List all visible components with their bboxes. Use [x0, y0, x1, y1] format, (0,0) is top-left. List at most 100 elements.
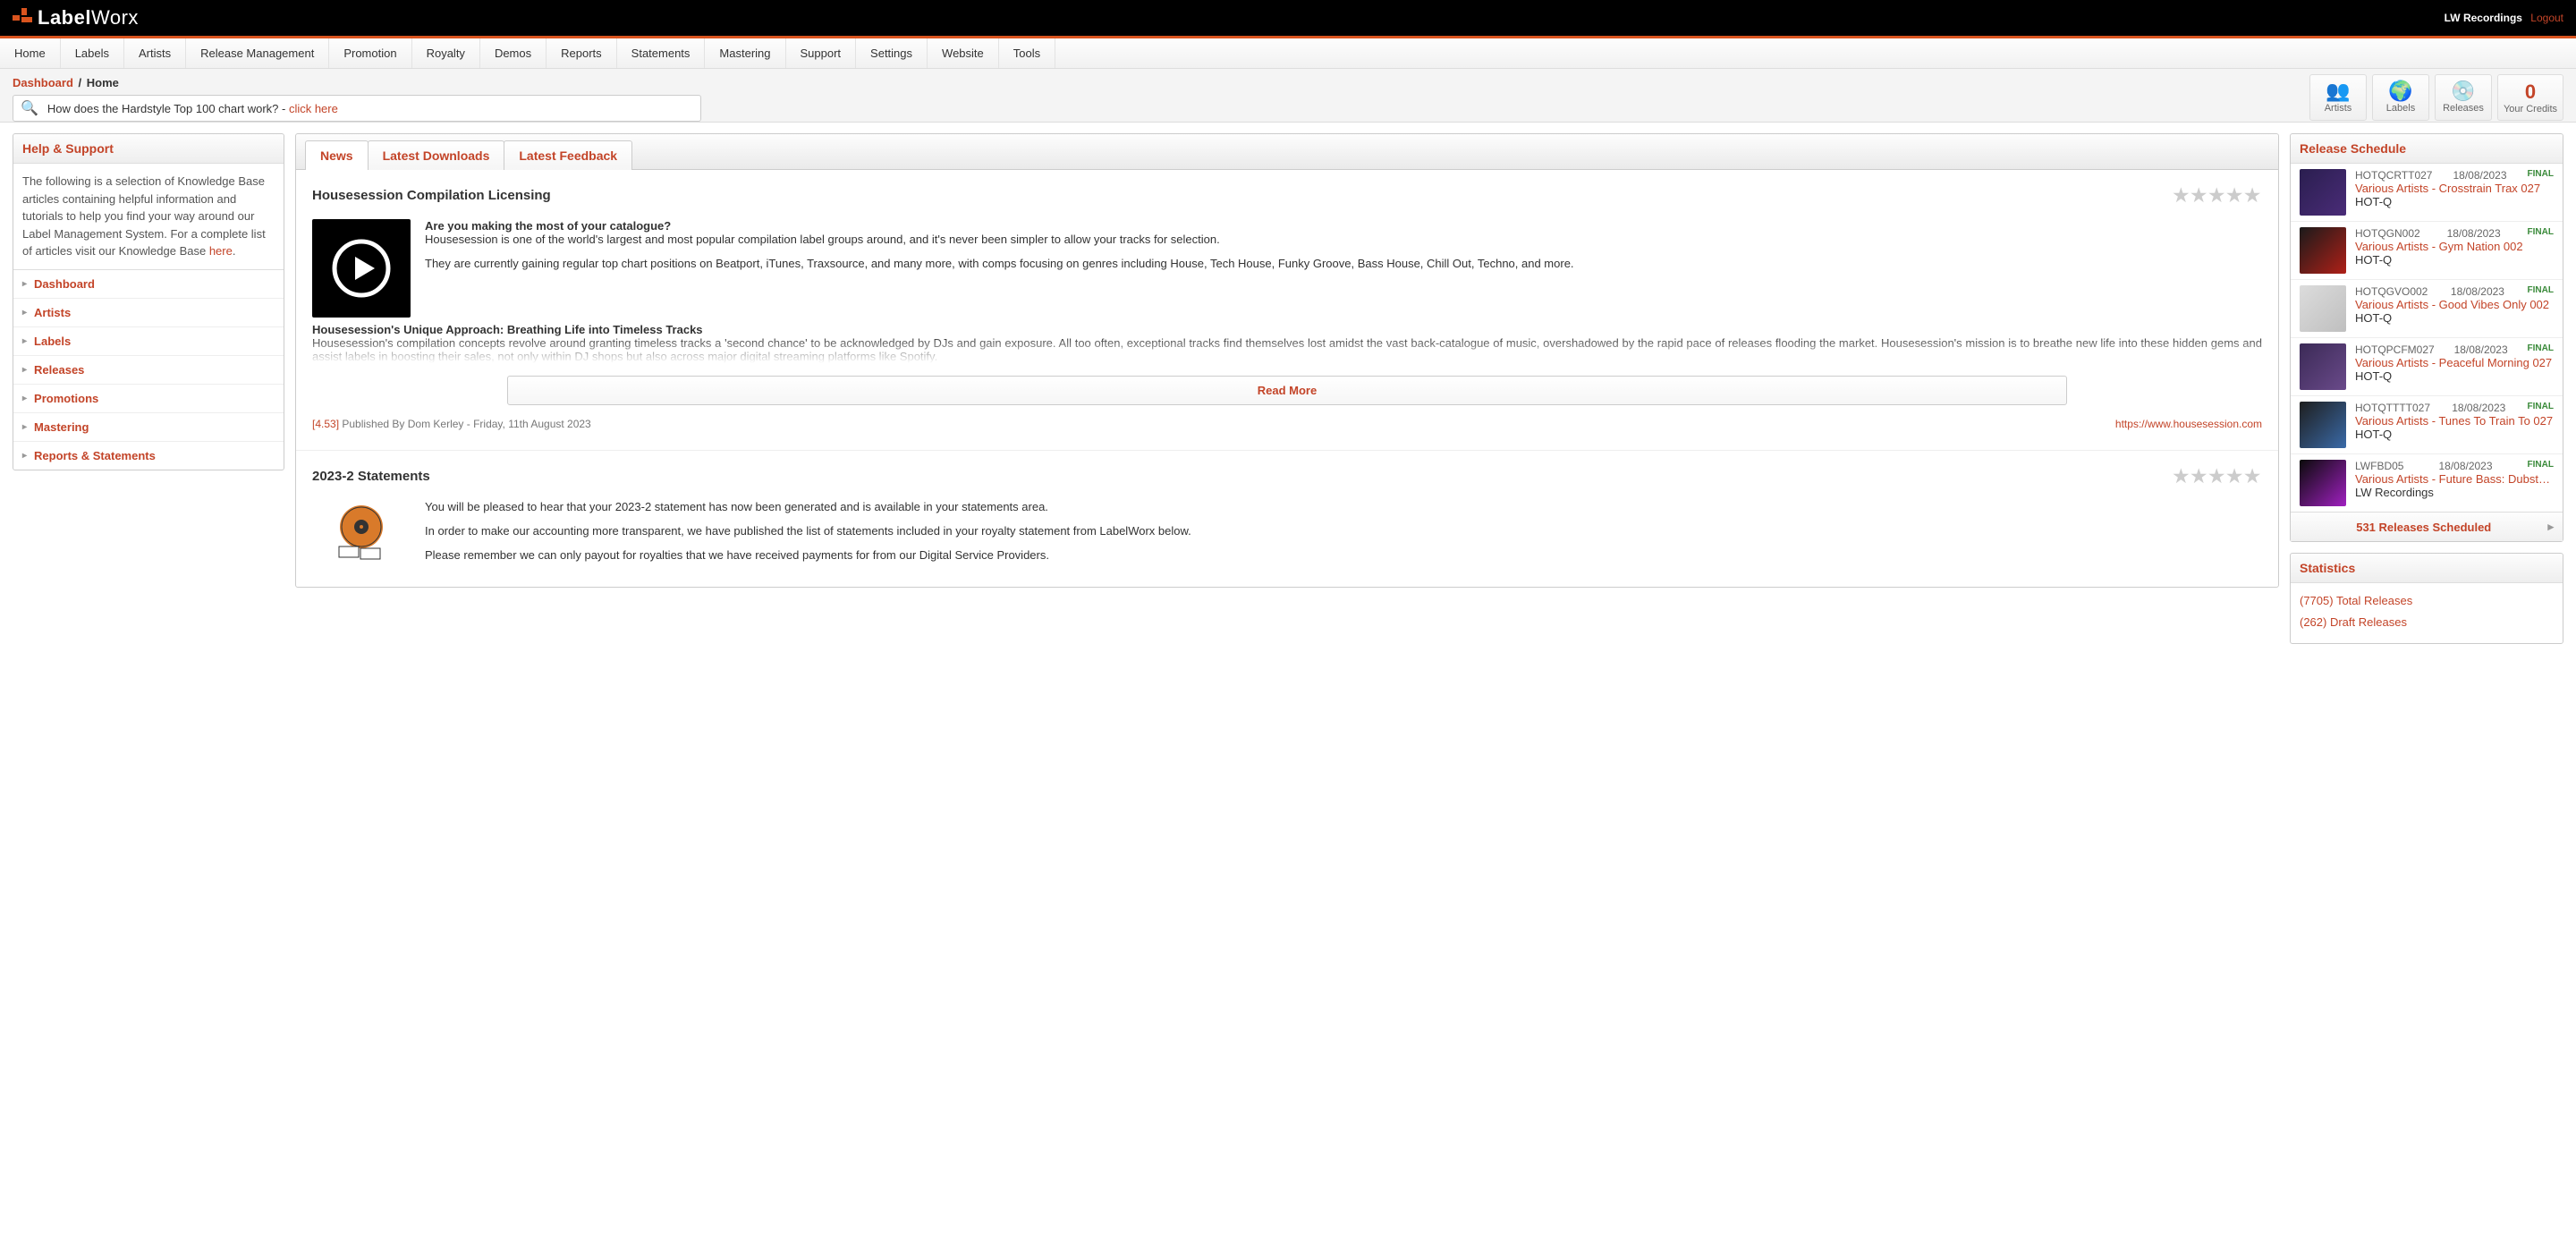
tab[interactable]: Latest Feedback [504, 140, 632, 170]
nav-item[interactable]: Home [0, 38, 61, 68]
nav-item[interactable]: Settings [856, 38, 928, 68]
release-schedule-list: HOTQCRTT02718/08/2023FINALVarious Artist… [2291, 164, 2563, 512]
release-row[interactable]: HOTQTTTT027 18/08/2023 FINALVarious Artist… [2291, 396, 2563, 454]
search-text: How does the Hardstyle Top 100 chart wor… [47, 102, 338, 115]
news-panel: NewsLatest DownloadsLatest Feedback Hous… [295, 133, 2279, 588]
breadcrumb-root[interactable]: Dashboard [13, 76, 73, 89]
nav-item[interactable]: Support [786, 38, 857, 68]
sidebar-item-label: Labels [34, 335, 71, 348]
tab[interactable]: Latest Downloads [368, 140, 505, 170]
release-cover [2300, 169, 2346, 216]
nav-item[interactable]: Release Management [186, 38, 329, 68]
sidebar-item-label: Artists [34, 306, 71, 319]
article-2-title: 2023-2 Statements [312, 469, 430, 484]
release-code: HOTQTTTT027 [2355, 402, 2430, 414]
release-row[interactable]: HOTQPCFM02718/08/2023FINALVarious Artist… [2291, 338, 2563, 396]
sidebar-item-label: Reports & Statements [34, 449, 156, 462]
side-menu: ▸Dashboard▸Artists▸Labels▸Releases▸Promo… [13, 269, 284, 470]
release-label: LW Recordings [2355, 486, 2554, 499]
release-label: HOT-Q [2355, 369, 2554, 383]
chevron-right-icon: ▸ [22, 308, 27, 318]
sidebar-item[interactable]: ▸ Promotions [13, 385, 284, 413]
release-cover [2300, 285, 2346, 332]
sidebar-item-label: Promotions [34, 392, 98, 405]
release-title: Various Artists - Future Bass: Dubstep, … [2355, 472, 2554, 486]
nav-item[interactable]: Reports [547, 38, 617, 68]
release-label: HOT-Q [2355, 253, 2554, 267]
release-code: LWFBD05 [2355, 460, 2403, 472]
release-row[interactable]: HOTQGVO00218/08/2023FINALVarious Artists… [2291, 280, 2563, 338]
release-cover [2300, 460, 2346, 506]
tile-credits[interactable]: 0 Your Credits [2497, 74, 2563, 121]
read-more-button[interactable]: Read More [507, 376, 2067, 405]
statistics-body: (7705) Total Releases (262) Draft Release… [2291, 583, 2563, 643]
nav-item[interactable]: Artists [124, 38, 186, 68]
logout-link[interactable]: Logout [2530, 12, 2563, 24]
release-title: Various Artists - Tunes To Train To 027 [2355, 414, 2554, 428]
sidebar-item[interactable]: ▸ Artists [13, 299, 284, 327]
nav-item[interactable]: Promotion [329, 38, 411, 68]
tile-artists[interactable]: 👥 Artists [2309, 74, 2367, 121]
release-title: Various Artists - Gym Nation 002 [2355, 240, 2554, 253]
chevron-right-icon: ▸ [22, 365, 27, 375]
star-rating[interactable]: ★★★★★ [2173, 465, 2262, 487]
release-row[interactable]: HOTQGN00218/08/2023FINALVarious Artists … [2291, 222, 2563, 280]
release-label: HOT-Q [2355, 195, 2554, 208]
release-date: 18/08/2023 [2438, 460, 2492, 472]
nav-item[interactable]: Mastering [705, 38, 785, 68]
logo[interactable]: LabelWorx [13, 6, 139, 30]
article-2: 2023-2 Statements ★★★★★ [296, 465, 2278, 587]
release-code: HOTQGVO002 [2355, 285, 2428, 298]
help-panel-body: The following is a selection of Knowledg… [13, 164, 284, 269]
stats-row[interactable]: (7705) Total Releases [2300, 592, 2554, 610]
sidebar-item-label: Mastering [34, 420, 89, 434]
breadcrumb: Dashboard / Home [13, 74, 701, 89]
release-code: HOTQCRTT027 [2355, 169, 2432, 182]
search-icon: 🔍 [21, 99, 38, 117]
sub-header: Dashboard / Home 🔍 How does the Hardstyl… [0, 69, 2576, 123]
nav-item[interactable]: Statements [617, 38, 706, 68]
topbar-right: LW Recordings Logout [2445, 12, 2563, 24]
logo-icon [13, 8, 32, 28]
release-schedule-title: Release Schedule [2291, 134, 2563, 164]
nav-item[interactable]: Royalty [412, 38, 480, 68]
release-cover [2300, 402, 2346, 448]
sidebar-item[interactable]: ▸Labels [13, 327, 284, 356]
search-link[interactable]: click here [289, 102, 338, 115]
sidebar-item[interactable]: ▸ Dashboard [13, 270, 284, 299]
release-row[interactable]: LWFBD0518/08/2023FINALVarious Artists - … [2291, 454, 2563, 512]
nav-item[interactable]: Labels [61, 38, 124, 68]
sidebar-item-label: Dashboard [34, 277, 95, 291]
tile-labels[interactable]: 🌍 Labels [2372, 74, 2429, 121]
release-status: FINAL [2528, 402, 2554, 414]
article-1-subhead: Housesession's Unique Approach: Breathin… [312, 323, 2262, 336]
release-title: Various Artists - Peaceful Morning 027 [2355, 356, 2554, 369]
article-1-url[interactable]: https://www.housesession.com [2115, 418, 2262, 430]
sidebar-item[interactable]: ▸Reports & Statements [13, 442, 284, 470]
release-row[interactable]: HOTQCRTT02718/08/2023FINALVarious Artist… [2291, 164, 2563, 222]
disc-icon: 💿 [2451, 81, 2475, 101]
search-box[interactable]: 🔍 How does the Hardstyle Top 100 chart w… [13, 95, 701, 122]
release-status: FINAL [2528, 285, 2554, 298]
topbar: LabelWorx LW Recordings Logout [0, 0, 2576, 36]
sidebar-item[interactable]: ▸Releases [13, 356, 284, 385]
tile-releases[interactable]: 💿 Releases [2435, 74, 2492, 121]
release-status: FINAL [2528, 343, 2554, 356]
star-rating[interactable]: ★★★★★ [2173, 184, 2262, 207]
release-date: 18/08/2023 [2451, 285, 2504, 298]
chevron-right-icon: ▸ [22, 279, 27, 289]
sidebar-item[interactable]: ▸Mastering [13, 413, 284, 442]
nav-item[interactable]: Demos [480, 38, 547, 68]
chevron-right-icon: ▸ [22, 394, 27, 403]
release-title: Various Artists - Crosstrain Trax 027 [2355, 182, 2554, 195]
release-cover [2300, 227, 2346, 274]
tab[interactable]: News [305, 140, 369, 170]
nav-item[interactable]: Tools [999, 38, 1055, 68]
help-panel-title: Help & Support [13, 134, 284, 164]
breadcrumb-current: Home [87, 76, 119, 89]
kb-here-link[interactable]: here [209, 244, 233, 258]
stats-row[interactable]: (262) Draft Releases [2300, 614, 2554, 631]
schedule-footer[interactable]: 531 Releases Scheduled ▸ [2291, 512, 2563, 541]
release-date: 18/08/2023 [2452, 402, 2505, 414]
nav-item[interactable]: Website [928, 38, 999, 68]
